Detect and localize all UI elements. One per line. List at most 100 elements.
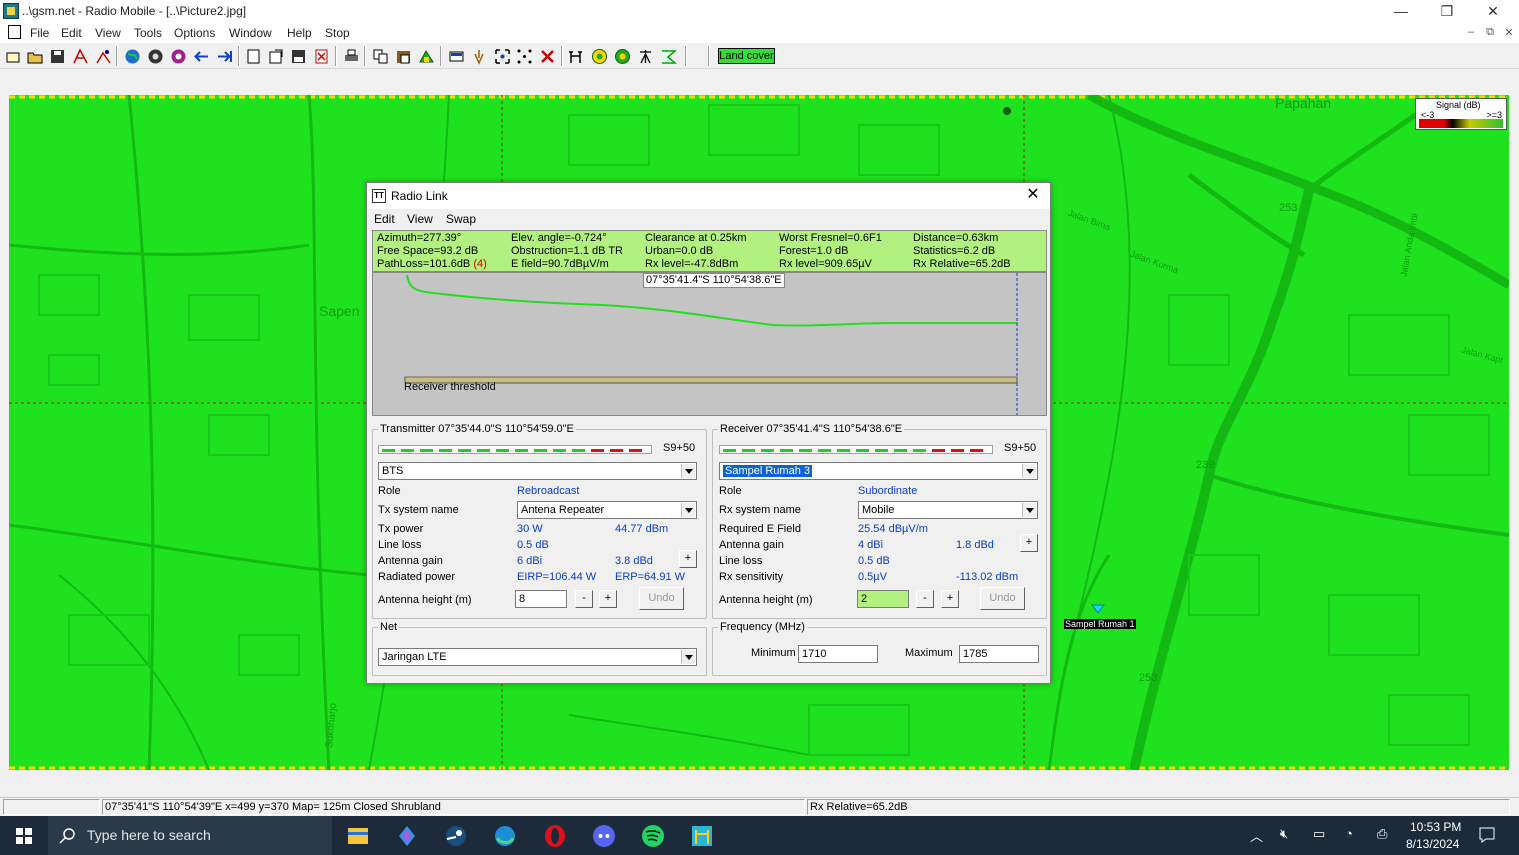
rx-signal-level: S9+50 — [1004, 442, 1037, 454]
file-explorer-icon[interactable] — [338, 820, 378, 852]
notifications-icon[interactable] — [1478, 826, 1496, 844]
wifi-icon[interactable]: ◔ — [1345, 826, 1353, 841]
menu-stop[interactable]: Stop — [325, 26, 350, 40]
tx-height-input[interactable]: 8 — [515, 590, 567, 608]
rx-system-select[interactable]: Mobile — [858, 501, 1038, 519]
dialog-close-button[interactable]: ✕ — [1024, 186, 1042, 204]
rx-height-input[interactable]: 2 — [857, 590, 909, 608]
dialog-menu-edit[interactable]: Edit — [374, 212, 395, 226]
tx-power-dbm[interactable]: 44.77 dBm — [615, 523, 668, 535]
steam-icon[interactable] — [436, 820, 476, 852]
map-extract-icon[interactable] — [170, 48, 187, 65]
rx-height-minus-button[interactable]: - — [916, 590, 934, 608]
save-picture-icon[interactable] — [290, 48, 307, 65]
menu-help[interactable]: Help — [287, 26, 312, 40]
unit-icon[interactable] — [418, 48, 435, 65]
volume-muted-icon[interactable]: 🔇︎ — [1280, 826, 1288, 842]
combined-coverage-icon[interactable] — [614, 48, 631, 65]
tx-line-loss-value[interactable]: 0.5 dB — [517, 539, 549, 551]
rx-height-label: Antenna height (m) — [719, 594, 813, 606]
grid-icon[interactable] — [448, 48, 465, 65]
forward-icon[interactable] — [216, 48, 233, 65]
menu-bar: File Edit View Tools Options Window Help… — [0, 23, 1519, 43]
tx-height-plus-button[interactable]: + — [599, 590, 617, 608]
rx-gain-plus-button[interactable]: + — [1020, 534, 1038, 552]
copilot-icon[interactable] — [387, 820, 427, 852]
tx-height-minus-button[interactable]: - — [575, 590, 593, 608]
radio-link-icon[interactable] — [568, 48, 585, 65]
rx-unit-select[interactable]: Sampel Rumah 3 — [719, 462, 1038, 480]
device-icon[interactable]: ⎙ — [1377, 826, 1387, 842]
tx-gain-dbi[interactable]: 6 dBi — [517, 555, 542, 567]
rx-gain-dbi[interactable]: 4 dBi — [858, 539, 883, 551]
mdi-restore-icon[interactable]: ⧉ — [1482, 26, 1498, 40]
net-select[interactable]: Jaringan LTE — [378, 648, 697, 666]
discord-icon[interactable] — [584, 820, 624, 852]
tx-system-select[interactable]: Antena Repeater — [517, 501, 697, 519]
tx-undo-button[interactable]: Undo — [639, 587, 684, 610]
windows-start-icon[interactable] — [0, 816, 48, 855]
new-icon[interactable] — [5, 48, 22, 65]
print-icon[interactable] — [343, 48, 360, 65]
rx-gain-dbd[interactable]: 1.8 dBd — [956, 539, 994, 551]
menu-file[interactable]: File — [30, 26, 49, 40]
document-icon[interactable] — [8, 25, 21, 39]
path-profile[interactable]: 07°35'41.4"S 110°54'38.6"E Receiver thre… — [372, 272, 1047, 416]
radio-mobile-icon[interactable] — [682, 820, 722, 852]
battery-icon[interactable]: ▭ — [1313, 826, 1325, 842]
network-properties-icon[interactable] — [72, 48, 89, 65]
minimize-button[interactable]: — — [1378, 0, 1424, 23]
copy-icon[interactable] — [372, 48, 389, 65]
map-unit-label[interactable]: Sampel Rumah 1 — [1064, 619, 1136, 629]
tx-signal-level: S9+50 — [663, 442, 696, 454]
menu-view[interactable]: View — [95, 26, 121, 40]
dialog-menu-view[interactable]: View — [407, 212, 433, 226]
back-icon[interactable] — [193, 48, 210, 65]
dialog-menu-swap[interactable]: Swap — [446, 212, 476, 226]
picture-icon[interactable] — [245, 48, 262, 65]
save-icon[interactable] — [49, 48, 66, 65]
frequency-max-input[interactable]: 1785 — [959, 645, 1039, 663]
coverage-icon[interactable] — [591, 48, 608, 65]
mdi-minimize-icon[interactable]: – — [1463, 26, 1479, 40]
world-icon[interactable] — [124, 48, 141, 65]
rx-line-loss-value[interactable]: 0.5 dB — [858, 555, 890, 567]
mdi-close-icon[interactable]: ✕ — [1501, 26, 1517, 40]
taskbar-search[interactable]: Type here to search — [48, 816, 332, 855]
delete-picture-icon[interactable] — [313, 48, 330, 65]
rx-undo-button[interactable]: Undo — [980, 587, 1025, 610]
route-icon[interactable] — [660, 48, 677, 65]
menu-tools[interactable]: Tools — [134, 26, 162, 40]
merge-icon[interactable] — [267, 48, 284, 65]
rx-sensitivity-dbm[interactable]: -113.02 dBm — [956, 571, 1018, 583]
show-hidden-icons-icon[interactable]: ︿ — [1250, 826, 1263, 845]
clock-time[interactable]: 10:53 PM — [1410, 820, 1461, 834]
clock-date[interactable]: 8/13/2024 — [1406, 837, 1459, 851]
menu-options[interactable]: Options — [174, 26, 215, 40]
maximize-button[interactable]: ❐ — [1424, 0, 1470, 23]
menu-window[interactable]: Window — [229, 26, 272, 40]
rx-height-plus-button[interactable]: + — [941, 590, 959, 608]
points-icon[interactable] — [516, 48, 533, 65]
close-button[interactable]: ✕ — [1470, 0, 1516, 23]
antenna-icon[interactable] — [637, 48, 654, 65]
tx-gain-plus-button[interactable]: + — [679, 550, 697, 568]
edge-icon[interactable] — [485, 820, 525, 852]
tx-unit-select[interactable]: BTS — [378, 462, 697, 480]
network-units-icon[interactable] — [95, 48, 112, 65]
rx-sensitivity-uv[interactable]: 0.5µV — [858, 571, 887, 583]
zoom-icon[interactable] — [494, 48, 511, 65]
tx-power-watts[interactable]: 30 W — [517, 523, 543, 535]
paste-icon[interactable] — [395, 48, 412, 65]
opera-icon[interactable] — [535, 820, 575, 852]
spotify-icon[interactable] — [633, 820, 673, 852]
menu-edit[interactable]: Edit — [61, 26, 82, 40]
map-properties-icon[interactable] — [147, 48, 164, 65]
cross-icon[interactable] — [539, 48, 556, 65]
open-icon[interactable] — [27, 48, 44, 65]
hand-icon[interactable] — [471, 48, 488, 65]
tx-gain-dbd[interactable]: 3.8 dBd — [615, 555, 653, 567]
map-label-sapen: Sapen — [319, 303, 360, 319]
land-cover-button[interactable]: Land cover — [718, 48, 775, 64]
frequency-min-input[interactable]: 1710 — [798, 645, 878, 663]
